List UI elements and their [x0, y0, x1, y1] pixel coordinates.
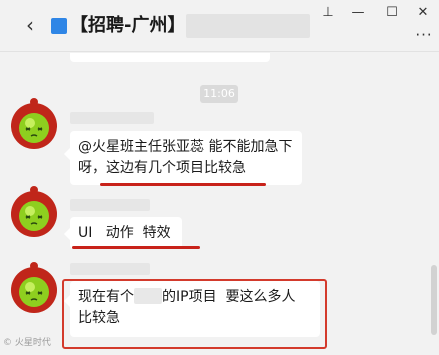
message-bubble[interactable]: @火星班主任张亚蕊 能不能加急下 呀，这边有几个项目比较急: [70, 131, 302, 185]
avatar[interactable]: [6, 97, 62, 153]
sender-name: [70, 263, 150, 275]
avatar-image: [11, 186, 57, 237]
previous-message-bubble: [70, 53, 270, 62]
title-bar: ‹ 【招聘-广州】 ⊥ — ☐ ✕ ···: [0, 0, 439, 52]
red-underline-annotation: [100, 183, 266, 186]
scrollbar[interactable]: [431, 265, 437, 335]
chat-title: 【招聘-广州】: [70, 15, 186, 36]
more-options-icon[interactable]: ···: [412, 25, 436, 45]
avatar[interactable]: [6, 185, 62, 241]
message-text: UI 动作 特效: [78, 225, 171, 241]
sender-name: [70, 112, 154, 124]
avatar-image: [11, 262, 57, 313]
minimize-icon[interactable]: —: [347, 4, 369, 22]
redacted-title-area: [186, 14, 310, 38]
chat-area[interactable]: 11:06 @火星班主任张亚蕊 能不能加急下 呀，这边有几个项目比较急 UI 动…: [0, 53, 439, 355]
chat-window: ‹ 【招聘-广州】 ⊥ — ☐ ✕ ··· 11:06 @火星班主任张亚蕊 能不…: [0, 0, 439, 355]
sender-name: [70, 199, 150, 211]
timestamp-badge: 11:06: [200, 85, 238, 103]
red-underline-annotation: [72, 246, 200, 249]
maximize-icon[interactable]: ☐: [381, 4, 403, 22]
close-icon[interactable]: ✕: [412, 4, 434, 22]
chevron-left-icon[interactable]: ‹: [20, 14, 40, 38]
avatar-image: [11, 98, 57, 149]
home-icon: [51, 18, 67, 34]
message-text: @火星班主任张亚蕊 能不能加急下: [78, 139, 293, 155]
watermark: © 火星时代: [3, 338, 51, 348]
message-text: 呀，这边有几个项目比较急: [78, 160, 246, 176]
avatar[interactable]: [6, 261, 62, 317]
message-bubble[interactable]: UI 动作 特效: [70, 217, 182, 249]
pin-icon[interactable]: ⊥: [317, 4, 339, 22]
red-box-annotation: [62, 279, 327, 349]
